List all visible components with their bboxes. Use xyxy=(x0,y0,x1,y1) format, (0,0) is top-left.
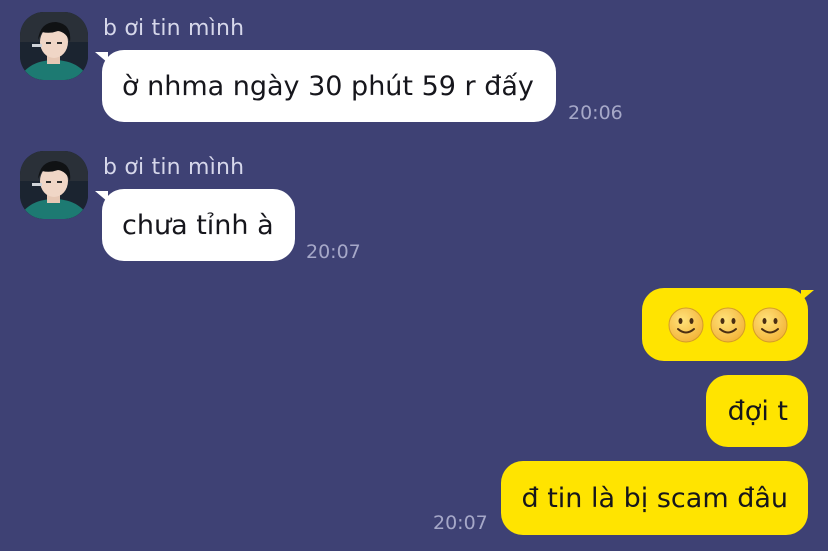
emoji-row xyxy=(668,307,788,343)
message-time: 20:07 xyxy=(433,512,488,534)
avatar-icon xyxy=(20,12,88,80)
message-text: chưa tỉnh à xyxy=(122,209,274,241)
sender-avatar[interactable] xyxy=(20,12,88,80)
message-text: đ tin là bị scam đâu xyxy=(521,482,789,514)
message-bubble[interactable]: ờ nhma ngày 30 phút 59 r đấy xyxy=(102,50,556,122)
message-bubble[interactable]: đ tin là bị scam đâu xyxy=(501,461,808,535)
slightly-smiling-face-icon xyxy=(668,307,704,342)
message-time: 20:07 xyxy=(306,241,361,263)
sender-name: b ơi tin mình xyxy=(103,155,245,180)
message-text: ờ nhma ngày 30 phút 59 r đấy xyxy=(122,70,534,102)
message-bubble[interactable]: chưa tỉnh à xyxy=(102,189,295,261)
message-text: đợi t xyxy=(727,395,788,427)
message-bubble[interactable] xyxy=(642,288,808,361)
sender-name: b ơi tin mình xyxy=(103,16,245,41)
slightly-smiling-face-icon xyxy=(710,307,746,342)
message-time: 20:06 xyxy=(568,102,623,124)
sender-avatar[interactable] xyxy=(20,151,88,219)
message-bubble[interactable]: đợi t xyxy=(706,375,808,447)
slightly-smiling-face-icon xyxy=(752,307,788,342)
avatar-icon xyxy=(20,151,88,219)
